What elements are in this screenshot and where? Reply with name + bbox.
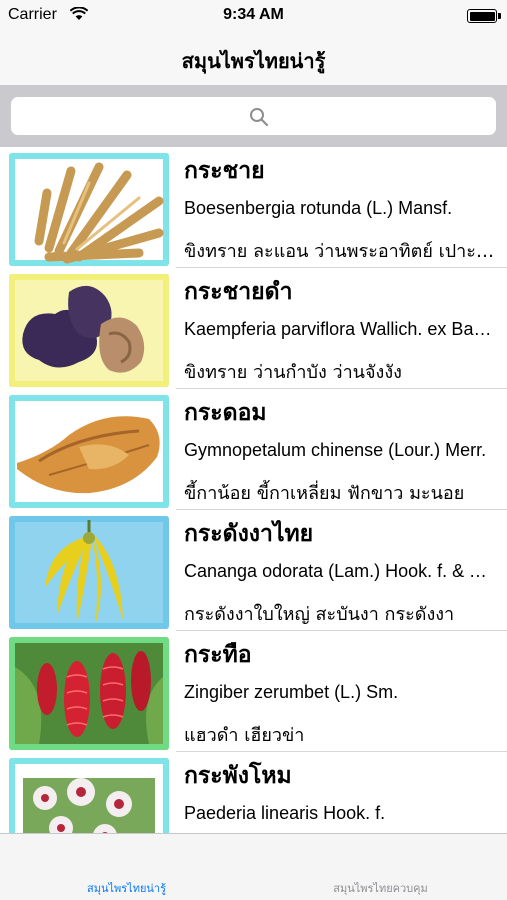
herb-name: กระพังโหม — [184, 763, 292, 789]
yellow-flower-photo — [9, 516, 169, 629]
tab-controlled-herbs[interactable]: สมุนไพรไทยควบคุม — [254, 834, 507, 900]
list-item[interactable]: กระทือ Zingiber zerumbet (L.) Sm. แฮวดำ … — [0, 631, 507, 752]
tab-bar: สมุนไพรไทยน่ารู้ สมุนไพรไทยควบคุม — [0, 833, 507, 900]
search-bar — [0, 86, 507, 147]
herb-name: กระดังงาไทย — [184, 521, 314, 547]
herb-thumbnail — [9, 637, 169, 750]
herb-name: กระดอม — [184, 400, 267, 426]
herb-list[interactable]: กระชาย Boesenbergia rotunda (L.) Mansf. … — [0, 147, 507, 833]
herb-scientific-name: Gymnopetalum chinense (Lour.) Merr. — [184, 440, 487, 460]
herb-local-names: ขี้กาน้อย ขี้กาเหลี่ยม ฟักขาว มะนอย — [184, 483, 465, 504]
herb-local-names: ขิงทราย ละแอน ว่านพระอาทิตย์ เปาะซอ — [184, 241, 496, 262]
herb-scientific-name: Zingiber zerumbet (L.) Sm. — [184, 682, 399, 702]
list-item[interactable]: กระพังโหม Paederia linearis Hook. f. — [0, 752, 507, 833]
herb-name: กระชาย — [184, 158, 265, 184]
herb-thumbnail — [9, 274, 169, 387]
battery-icon — [467, 9, 497, 23]
search-input[interactable] — [11, 97, 496, 135]
tab-label: สมุนไพรไทยน่ารู้ — [86, 882, 166, 895]
herb-thumbnail — [9, 395, 169, 508]
battery-tip — [498, 13, 501, 19]
black-rhizome-photo — [9, 274, 169, 387]
dried-fruit-photo — [9, 395, 169, 508]
white-flower-photo — [9, 758, 169, 833]
herb-local-names: แฮวดำ เฮียวข่า — [184, 725, 305, 746]
page-title: สมุนไพรไทยน่ารู้ — [181, 49, 326, 73]
herb-scientific-name: Kaempferia parviflora Wallich. ex Baker — [184, 319, 496, 339]
list-item[interactable]: กระดอม Gymnopetalum chinense (Lour.) Mer… — [0, 389, 507, 510]
herb-scientific-name: Boesenbergia rotunda (L.) Mansf. — [184, 198, 453, 218]
red-ginger-flower-photo — [9, 637, 169, 750]
list-item[interactable]: กระชาย Boesenbergia rotunda (L.) Mansf. … — [0, 147, 507, 268]
herb-scientific-name: Paederia linearis Hook. f. — [184, 803, 386, 823]
tab-thai-herbs[interactable]: สมุนไพรไทยน่ารู้ — [0, 834, 253, 900]
herb-name: กระทือ — [184, 642, 252, 668]
herb-thumbnail — [9, 758, 169, 833]
list-item[interactable]: กระดังงาไทย Cananga odorata (Lam.) Hook.… — [0, 510, 507, 631]
herb-local-names: ขิงทราย ว่านกำบัง ว่านจังงัง — [184, 362, 402, 383]
status-time: 9:34 AM — [223, 6, 284, 23]
rhizome-roots-photo — [9, 153, 169, 266]
herb-local-names: กระดังงาใบใหญ่ สะบันงา กระดังงา — [184, 604, 455, 625]
search-icon — [250, 108, 269, 127]
herb-name: กระชายดำ — [184, 279, 293, 305]
tab-label: สมุนไพรไทยควบคุม — [333, 882, 428, 895]
herb-thumbnail — [9, 153, 169, 266]
herb-scientific-name: Cananga odorata (Lam.) Hook. f. & Thomso… — [184, 561, 496, 581]
herb-thumbnail — [9, 516, 169, 629]
navigation-bar: สมุนไพรไทยน่ารู้ — [0, 30, 507, 86]
status-bar: Carrier 9:34 AM — [0, 0, 507, 30]
list-item[interactable]: กระชายดำ Kaempferia parviflora Wallich. … — [0, 268, 507, 389]
